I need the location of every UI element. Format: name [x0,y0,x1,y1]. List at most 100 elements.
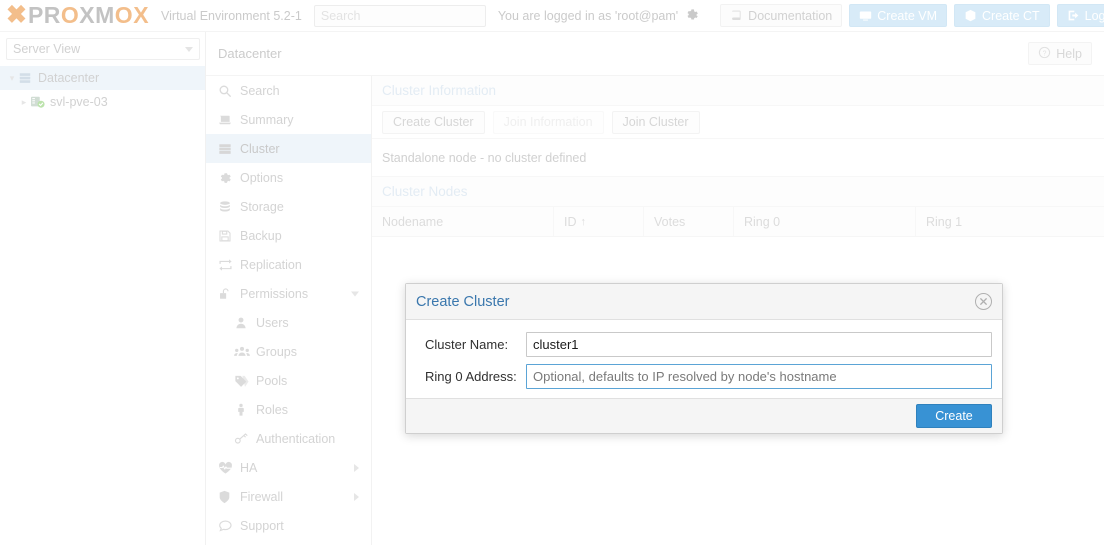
question-icon: ? [1038,46,1051,62]
documentation-label: Documentation [748,8,833,23]
search-icon [218,84,238,98]
tree-item-datacenter[interactable]: ▾ Datacenter [0,66,205,90]
chevron-right-icon[interactable] [354,492,359,501]
groups-icon [234,345,254,359]
nav-item-groups[interactable]: Groups [206,337,371,366]
cube-icon [964,9,977,22]
column-header-nodename[interactable]: Nodename [372,207,554,236]
window-bottom-strip [0,545,1104,549]
shield-icon [218,490,238,504]
dialog-title: Create Cluster [416,293,510,310]
breadcrumb-bar: Datacenter ? Help [206,32,1104,76]
node-online-icon [30,95,48,109]
datacenter-icon [18,71,36,85]
cluster-information-title: Cluster Information [372,76,1104,106]
nav-item-groups-label: Groups [256,344,297,359]
nav-item-roles-label: Roles [256,402,288,417]
gear-icon[interactable] [685,8,699,24]
gear-icon [218,171,238,185]
sort-ascending-icon: ↑ [580,215,587,228]
nav-item-firewall[interactable]: Firewall [206,482,371,511]
tree-item-node[interactable]: ▸ svl-pve-03 [0,90,205,114]
breadcrumb[interactable]: Datacenter [218,46,282,61]
floppy-icon [218,229,238,243]
nav-item-permissions[interactable]: Permissions [206,279,371,308]
logout-icon [1067,9,1080,22]
create-cluster-dialog: Create Cluster Cluster Name: Ring 0 Addr… [405,283,1003,434]
nav-item-support-label: Support [240,518,284,533]
nav-item-authentication[interactable]: Authentication [206,424,371,453]
create-vm-label: Create VM [877,8,937,23]
cluster-name-input[interactable] [526,331,992,357]
dialog-header: Create Cluster [406,284,1002,320]
chevron-down-icon [185,46,193,52]
dialog-body: Cluster Name: Ring 0 Address: [406,320,1002,398]
logout-label: Logout [1084,8,1104,23]
nav-item-authentication-label: Authentication [256,431,336,446]
join-cluster-button[interactable]: Join Cluster [611,110,700,134]
nav-item-ha[interactable]: HA [206,453,371,482]
ring0-address-label: Ring 0 Address: [425,368,517,384]
key-icon [234,432,254,446]
nav-item-replication-label: Replication [240,257,302,272]
nav-item-roles[interactable]: Roles [206,395,371,424]
chevron-right-icon[interactable] [354,463,359,472]
documentation-button[interactable]: Documentation [720,4,843,27]
nav-item-cluster[interactable]: Cluster [206,134,371,163]
join-information-button: Join Information [492,110,604,134]
nav-item-storage[interactable]: Storage [206,192,371,221]
tree-collapse-arrow-icon[interactable]: ▸ [18,97,30,108]
column-header-ring0-label: Ring 0 [744,214,781,229]
ring0-address-input[interactable] [526,363,992,389]
nav-item-search[interactable]: Search [206,76,371,105]
column-header-votes-label: Votes [654,214,686,229]
proxmox-app-window: ✖ PROXMOX Virtual Environment 5.2-1 You … [0,0,1104,549]
tree-expand-arrow-icon[interactable]: ▾ [6,73,18,84]
nav-item-search-label: Search [240,83,280,98]
heartbeat-icon [218,461,238,475]
nav-item-summary[interactable]: Summary [206,105,371,134]
help-button[interactable]: ? Help [1028,42,1092,65]
svg-text:?: ? [1043,50,1047,57]
nav-item-pools[interactable]: Pools [206,366,371,395]
unlock-icon [218,287,238,301]
close-icon[interactable] [975,293,992,310]
cluster-nodes-table-header: Nodename ID ↑ Votes Ring 0 Ring 1 [372,207,1104,237]
nav-item-summary-label: Summary [240,112,294,127]
column-header-ring1[interactable]: Ring 1 [916,207,1104,236]
view-selector-dropdown[interactable]: Server View [6,38,200,60]
dialog-footer: Create [406,398,1002,433]
cluster-name-label: Cluster Name: [425,336,509,352]
ring0-address-row: Ring 0 Address: [416,362,992,390]
monitor-icon [859,9,872,22]
nav-item-replication[interactable]: Replication [206,250,371,279]
proxmox-wordmark: PROXMOX [27,2,150,28]
cluster-name-row: Cluster Name: [416,330,992,358]
create-ct-button[interactable]: Create CT [954,4,1050,27]
tag-icon [234,374,254,388]
chevron-down-icon[interactable] [351,291,359,296]
nav-item-ha-label: HA [240,460,258,475]
nav-item-options[interactable]: Options [206,163,371,192]
nav-item-cluster-label: Cluster [240,141,280,156]
column-header-id[interactable]: ID ↑ [554,207,644,236]
product-version-label: Virtual Environment 5.2-1 [161,8,302,23]
column-header-ring0[interactable]: Ring 0 [734,207,916,236]
replication-icon [218,258,238,272]
nav-item-backup[interactable]: Backup [206,221,371,250]
nav-item-storage-label: Storage [240,199,284,214]
nav-item-users[interactable]: Users [206,308,371,337]
nav-item-support[interactable]: Support [206,511,371,540]
logout-button[interactable]: Logout [1056,4,1104,27]
create-cluster-button[interactable]: Create Cluster [382,110,485,134]
nav-item-permissions-label: Permissions [240,286,309,301]
column-header-votes[interactable]: Votes [644,207,734,236]
nav-item-backup-label: Backup [240,228,282,243]
create-button[interactable]: Create [916,404,992,428]
create-vm-button[interactable]: Create VM [849,4,947,27]
nav-item-firewall-label: Firewall [240,489,284,504]
search-input[interactable] [313,4,486,27]
create-ct-label: Create CT [982,8,1040,23]
nav-item-options-label: Options [240,170,284,185]
tree-item-datacenter-label: Datacenter [38,71,100,85]
